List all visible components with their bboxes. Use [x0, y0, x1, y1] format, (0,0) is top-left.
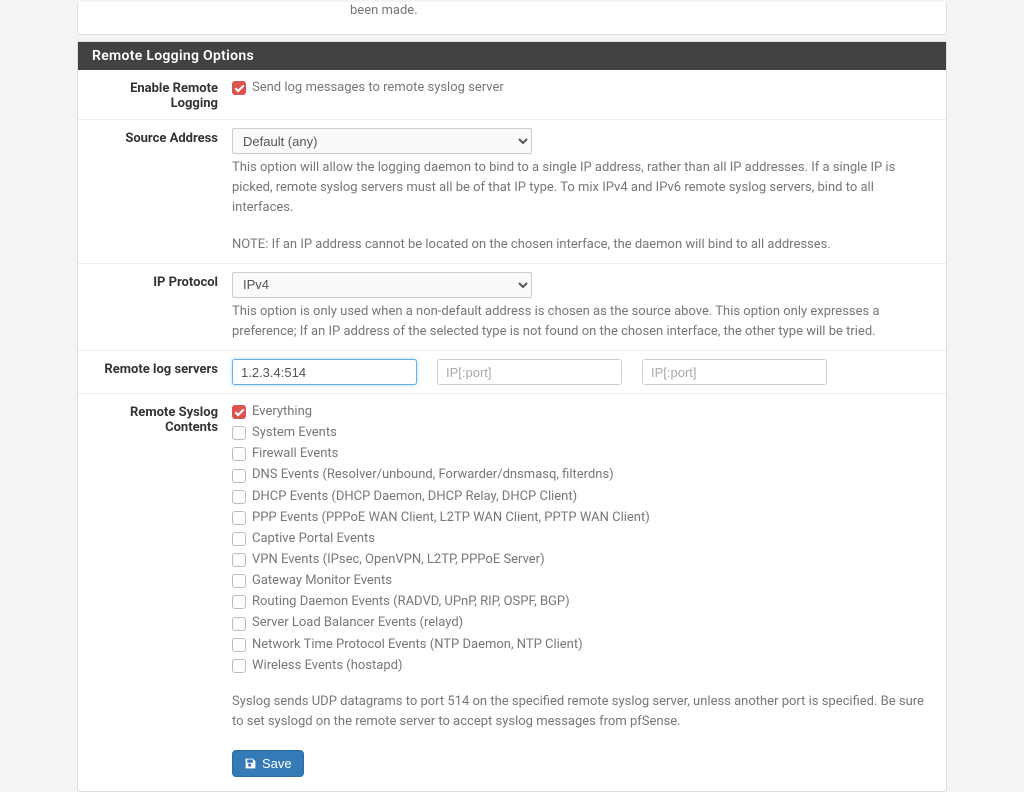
- syslog-content-item[interactable]: Captive Portal Events: [232, 529, 932, 549]
- previous-panel-fragment: been made.: [77, 2, 947, 35]
- syslog-content-checkbox[interactable]: [232, 447, 246, 461]
- syslog-content-item[interactable]: DHCP Events (DHCP Daemon, DHCP Relay, DH…: [232, 487, 932, 507]
- syslog-content-item[interactable]: Firewall Events: [232, 444, 932, 464]
- syslog-content-item[interactable]: System Events: [232, 423, 932, 443]
- remote-server-2-input[interactable]: [437, 359, 622, 385]
- syslog-content-item[interactable]: Network Time Protocol Events (NTP Daemon…: [232, 635, 932, 655]
- label-source-address: Source Address: [92, 128, 232, 146]
- syslog-content-checkbox[interactable]: [232, 511, 246, 525]
- syslog-content-label: Routing Daemon Events (RADVD, UPnP, RIP,…: [252, 592, 570, 612]
- remote-server-1-input[interactable]: [232, 359, 417, 385]
- syslog-content-checkbox[interactable]: [232, 638, 246, 652]
- source-address-help-2: NOTE: If an IP address cannot be located…: [232, 235, 932, 255]
- label-enable-remote-logging: Enable Remote Logging: [92, 78, 232, 111]
- syslog-content-checkbox[interactable]: [232, 659, 246, 673]
- panel-heading: Remote Logging Options: [78, 42, 946, 70]
- syslog-content-item[interactable]: Wireless Events (hostapd): [232, 656, 932, 676]
- syslog-content-checkbox[interactable]: [232, 617, 246, 631]
- enable-remote-logging-checkbox-wrap[interactable]: Send log messages to remote syslog serve…: [232, 78, 932, 98]
- remote-logging-panel: Remote Logging Options Enable Remote Log…: [77, 41, 947, 792]
- syslog-content-checkbox[interactable]: [232, 595, 246, 609]
- source-address-select[interactable]: Default (any): [232, 128, 532, 154]
- enable-remote-logging-checkbox[interactable]: [232, 81, 246, 95]
- syslog-content-label: PPP Events (PPPoE WAN Client, L2TP WAN C…: [252, 508, 650, 528]
- remote-server-3-input[interactable]: [642, 359, 827, 385]
- syslog-content-label: DNS Events (Resolver/unbound, Forwarder/…: [252, 465, 614, 485]
- label-remote-log-servers: Remote log servers: [92, 359, 232, 377]
- syslog-content-label: VPN Events (IPsec, OpenVPN, L2TP, PPPoE …: [252, 550, 545, 570]
- syslog-content-item[interactable]: PPP Events (PPPoE WAN Client, L2TP WAN C…: [232, 508, 932, 528]
- syslog-content-label: Firewall Events: [252, 444, 338, 464]
- syslog-content-label: Server Load Balancer Events (relayd): [252, 613, 463, 633]
- syslog-content-item[interactable]: VPN Events (IPsec, OpenVPN, L2TP, PPPoE …: [232, 550, 932, 570]
- syslog-content-checkbox[interactable]: [232, 532, 246, 546]
- syslog-content-item[interactable]: Routing Daemon Events (RADVD, UPnP, RIP,…: [232, 592, 932, 612]
- syslog-content-item[interactable]: Server Load Balancer Events (relayd): [232, 613, 932, 633]
- syslog-content-item[interactable]: Everything: [232, 402, 932, 422]
- syslog-content-checkbox[interactable]: [232, 574, 246, 588]
- save-button[interactable]: Save: [232, 750, 304, 777]
- syslog-content-label: Everything: [252, 402, 312, 422]
- row-source-address: Source Address Default (any) This option…: [78, 120, 946, 264]
- ip-protocol-select[interactable]: IPv4: [232, 272, 532, 298]
- syslog-content-item[interactable]: Gateway Monitor Events: [232, 571, 932, 591]
- label-remote-syslog-contents: Remote Syslog Contents: [92, 402, 232, 435]
- syslog-content-checkbox[interactable]: [232, 405, 246, 419]
- syslog-content-checkbox[interactable]: [232, 490, 246, 504]
- save-row: Save: [78, 740, 946, 791]
- syslog-content-label: Captive Portal Events: [252, 529, 375, 549]
- syslog-content-item[interactable]: DNS Events (Resolver/unbound, Forwarder/…: [232, 465, 932, 485]
- save-button-label: Save: [262, 756, 292, 771]
- remote-syslog-contents-help: Syslog sends UDP datagrams to port 514 o…: [232, 692, 932, 732]
- save-icon: [244, 757, 257, 770]
- previous-help-fragment: been made.: [350, 2, 930, 28]
- enable-remote-logging-label: Send log messages to remote syslog serve…: [252, 78, 504, 98]
- syslog-content-label: System Events: [252, 423, 337, 443]
- label-ip-protocol: IP Protocol: [92, 272, 232, 290]
- source-address-help-1: This option will allow the logging daemo…: [232, 158, 932, 218]
- syslog-content-checkbox[interactable]: [232, 553, 246, 567]
- syslog-content-label: Wireless Events (hostapd): [252, 656, 402, 676]
- syslog-content-label: Network Time Protocol Events (NTP Daemon…: [252, 635, 583, 655]
- ip-protocol-help: This option is only used when a non-defa…: [232, 302, 932, 342]
- syslog-content-label: Gateway Monitor Events: [252, 571, 392, 591]
- syslog-content-label: DHCP Events (DHCP Daemon, DHCP Relay, DH…: [252, 487, 577, 507]
- row-remote-log-servers: Remote log servers: [78, 351, 946, 394]
- row-ip-protocol: IP Protocol IPv4 This option is only use…: [78, 264, 946, 351]
- syslog-content-checkbox[interactable]: [232, 426, 246, 440]
- row-remote-syslog-contents: Remote Syslog Contents EverythingSystem …: [78, 394, 946, 740]
- row-enable-remote-logging: Enable Remote Logging Send log messages …: [78, 70, 946, 120]
- syslog-content-checkbox[interactable]: [232, 469, 246, 483]
